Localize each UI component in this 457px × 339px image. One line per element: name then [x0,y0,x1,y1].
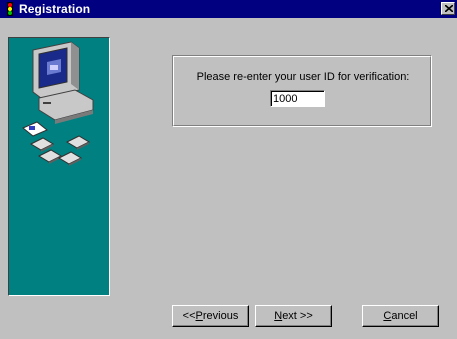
previous-button[interactable]: <<Previous [172,305,249,327]
window-title: Registration [19,2,91,16]
close-button[interactable] [441,2,455,15]
traffic-light-icon [3,2,17,16]
next-button[interactable]: Next >> [255,305,332,327]
user-id-input[interactable] [270,90,325,107]
title-bar[interactable]: Registration [0,0,457,18]
computer-with-floppy-disks-illustration [22,41,94,166]
verification-prompt: Please re-enter your user ID for verific… [196,71,410,83]
close-icon [445,5,453,12]
registration-window: Registration Please re-enter your user I… [0,0,457,339]
cancel-button[interactable]: Cancel [362,305,439,327]
wizard-illustration [8,37,110,296]
